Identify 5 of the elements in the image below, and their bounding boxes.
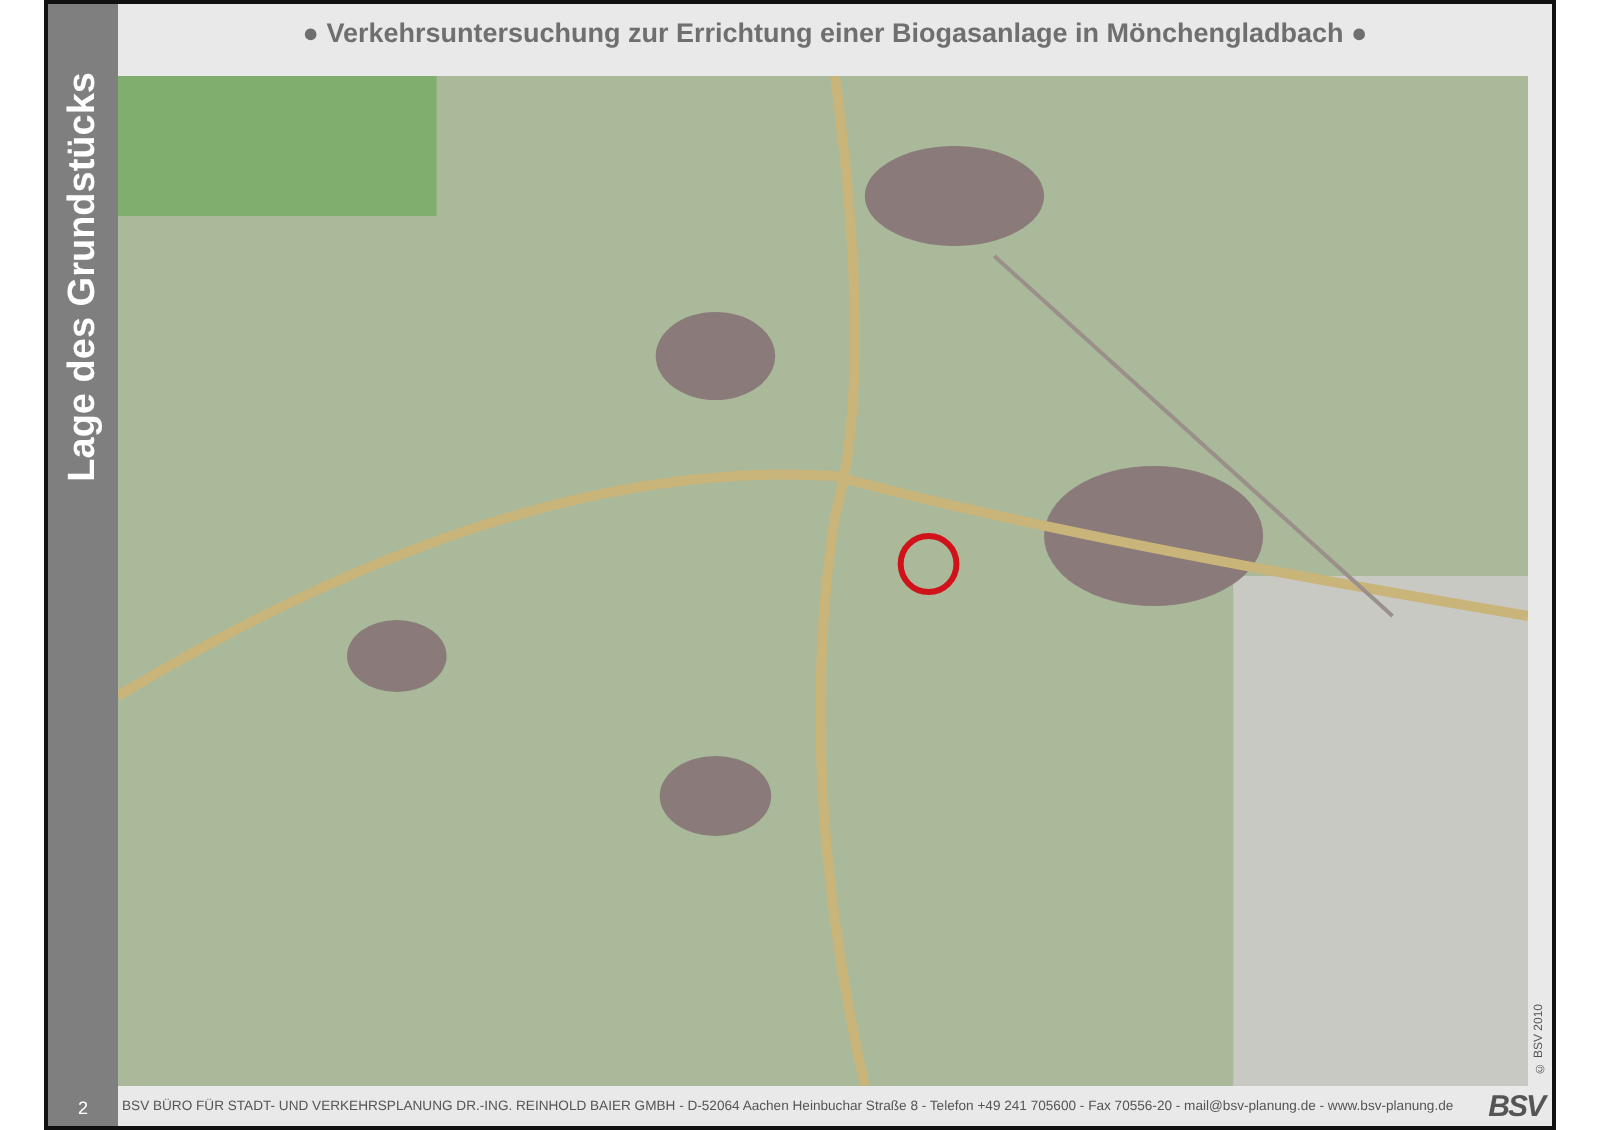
company-logo: BSV <box>1488 1089 1544 1123</box>
location-circle <box>897 533 960 595</box>
slide-title: ● Verkehrsuntersuchung zur Errichtung einer Biogasanlage in Mönchengladbach ● <box>300 15 1370 52</box>
section-heading: Lage des Grundstücks <box>61 72 105 482</box>
page-number: 2 <box>77 1098 88 1118</box>
